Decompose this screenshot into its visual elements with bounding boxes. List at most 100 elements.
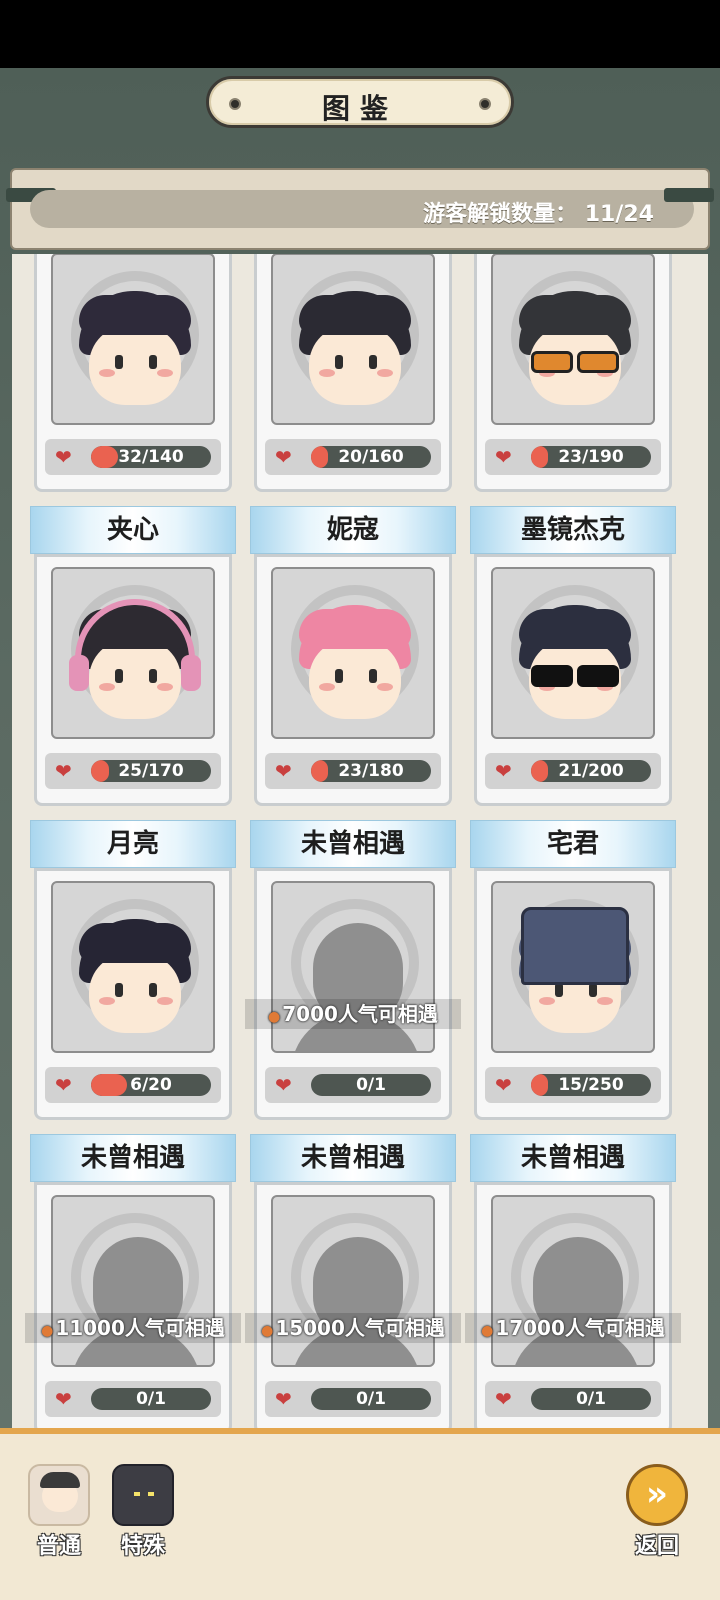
normal-tab-label: 普通: [36, 1534, 81, 1559]
card-header: 未曾相遇: [30, 1134, 236, 1182]
locked-character-card[interactable]: 7000人气可相遇 ❤ 0/1 未曾相遇: [245, 820, 461, 1120]
heart-icon: ❤: [55, 759, 72, 783]
game-screen: 图鉴 游客解锁数量： 11/24 ❤ 32/140 ❤ 20/160 ❤ 23/190 ❤ 2…: [0, 68, 720, 1600]
character-name: 妮寇: [326, 515, 379, 545]
affection-stats: ❤ 0/1: [485, 1381, 661, 1417]
character-card[interactable]: ❤ 23/190: [470, 254, 676, 492]
card-body: ❤ 21/200: [474, 554, 672, 806]
affection-progress-text: 21/200: [558, 761, 624, 781]
affection-progress-text: 0/1: [576, 1389, 606, 1409]
affection-stats: ❤ 0/1: [265, 1381, 441, 1417]
affection-progress-text: 0/1: [356, 1389, 386, 1409]
character-portrait: [51, 254, 215, 425]
affection-progress-bar: 21/200: [531, 760, 651, 782]
title-plaque: 图鉴: [206, 76, 514, 128]
heart-icon: ❤: [495, 759, 512, 783]
heart-icon: ❤: [275, 759, 292, 783]
bottom-nav-bar: 普通 特殊 » 返回: [0, 1428, 720, 1600]
unlock-requirement: 17000人气可相遇: [465, 1313, 681, 1343]
page-title: 图鉴: [321, 92, 398, 125]
affection-progress-text: 23/190: [558, 447, 624, 467]
affection-stats: ❤ 15/250: [485, 1067, 661, 1103]
character-card[interactable]: ❤ 6/20 月亮: [30, 820, 236, 1120]
card-header: 妮寇: [250, 506, 456, 554]
hooded-figure-icon: [112, 1464, 174, 1526]
character-portrait: [491, 254, 655, 425]
heart-icon: ❤: [55, 1073, 72, 1097]
affection-stats: ❤ 0/1: [265, 1067, 441, 1103]
character-portrait: [51, 567, 215, 739]
normal-tab-button[interactable]: 普通: [24, 1464, 94, 1564]
character-portrait: [491, 881, 655, 1053]
heart-icon: ❤: [55, 1387, 72, 1411]
card-header: 墨镜杰克: [470, 506, 676, 554]
card-body: 17000人气可相遇 ❤ 0/1: [465, 1182, 681, 1434]
heart-icon: ❤: [275, 445, 292, 469]
collection-panel[interactable]: ❤ 32/140 ❤ 20/160 ❤ 23/190 ❤ 25/170 夹心 ❤ 23/180 妮寇 ❤…: [12, 254, 708, 1516]
affection-progress-bar: 23/180: [311, 760, 431, 782]
affection-progress-text: 0/1: [136, 1389, 166, 1409]
affection-progress-bar: 32/140: [91, 446, 211, 468]
card-body: 7000人气可相遇 ❤ 0/1: [245, 868, 461, 1120]
character-name: 夹心: [106, 515, 159, 545]
character-card[interactable]: ❤ 25/170 夹心: [30, 506, 236, 806]
affection-progress-bar: 0/1: [91, 1388, 211, 1410]
affection-progress-text: 32/140: [118, 447, 184, 467]
affection-progress-text: 0/1: [356, 1075, 386, 1095]
header-banner: 游客解锁数量： 11/24: [6, 168, 714, 250]
character-name: 墨镜杰克: [520, 515, 625, 545]
unlock-count-bar: 游客解锁数量： 11/24: [30, 190, 694, 228]
affection-stats: ❤ 23/190: [485, 439, 661, 475]
character-portrait: [491, 567, 655, 739]
back-button[interactable]: » 返回: [622, 1464, 692, 1564]
affection-progress-bar: 25/170: [91, 760, 211, 782]
character-card[interactable]: ❤ 23/180 妮寇: [250, 506, 456, 806]
character-name: 未曾相遇: [300, 1143, 405, 1173]
character-card[interactable]: ❤ 20/160: [250, 254, 456, 492]
card-body: ❤ 25/170: [34, 554, 232, 806]
back-arrow-icon: »: [626, 1464, 688, 1526]
character-portrait: [51, 881, 215, 1053]
locked-character-card[interactable]: 17000人气可相遇 ❤ 0/1 未曾相遇: [465, 1134, 681, 1434]
card-body: ❤ 6/20: [34, 868, 232, 1120]
character-card[interactable]: ❤ 21/200 墨镜杰克: [470, 506, 676, 806]
affection-stats: ❤ 6/20: [45, 1067, 221, 1103]
locked-character-card[interactable]: 15000人气可相遇 ❤ 0/1 未曾相遇: [245, 1134, 461, 1434]
locked-character-card[interactable]: 11000人气可相遇 ❤ 0/1 未曾相遇: [25, 1134, 241, 1434]
character-card[interactable]: ❤ 15/250 宅君: [470, 820, 676, 1120]
heart-icon: ❤: [55, 445, 72, 469]
affection-progress-text: 25/170: [118, 761, 184, 781]
unlock-requirement: 11000人气可相遇: [25, 1313, 241, 1343]
card-header: 未曾相遇: [250, 1134, 456, 1182]
card-header: 月亮: [30, 820, 236, 868]
back-label: 返回: [634, 1534, 679, 1559]
heart-icon: ❤: [495, 1073, 512, 1097]
affection-stats: ❤ 21/200: [485, 753, 661, 789]
heart-icon: ❤: [495, 1387, 512, 1411]
card-header: 未曾相遇: [250, 820, 456, 868]
special-tab-button[interactable]: 特殊: [108, 1464, 178, 1564]
unlock-requirement: 15000人气可相遇: [245, 1313, 461, 1343]
affection-progress-bar: 0/1: [531, 1388, 651, 1410]
heart-icon: ❤: [275, 1387, 292, 1411]
card-body: ❤ 23/190: [474, 254, 672, 492]
affection-progress-text: 23/180: [338, 761, 404, 781]
affection-progress-text: 15/250: [558, 1075, 624, 1095]
card-header: 未曾相遇: [470, 1134, 676, 1182]
card-body: ❤ 32/140: [34, 254, 232, 492]
character-card[interactable]: ❤ 32/140: [30, 254, 236, 492]
card-body: 15000人气可相遇 ❤ 0/1: [245, 1182, 461, 1434]
card-header: 宅君: [470, 820, 676, 868]
unlock-requirement: 7000人气可相遇: [245, 999, 461, 1029]
affection-progress-bar: 23/190: [531, 446, 651, 468]
affection-progress-text: 6/20: [130, 1075, 172, 1095]
card-body: ❤ 20/160: [254, 254, 452, 492]
visitor-avatar-icon: [28, 1464, 90, 1526]
affection-stats: ❤ 20/160: [265, 439, 441, 475]
affection-stats: ❤ 25/170: [45, 753, 221, 789]
character-name: 宅君: [546, 829, 599, 859]
card-body: ❤ 15/250: [474, 868, 672, 1120]
affection-progress-bar: 0/1: [311, 1388, 431, 1410]
card-header: 夹心: [30, 506, 236, 554]
heart-icon: ❤: [495, 445, 512, 469]
